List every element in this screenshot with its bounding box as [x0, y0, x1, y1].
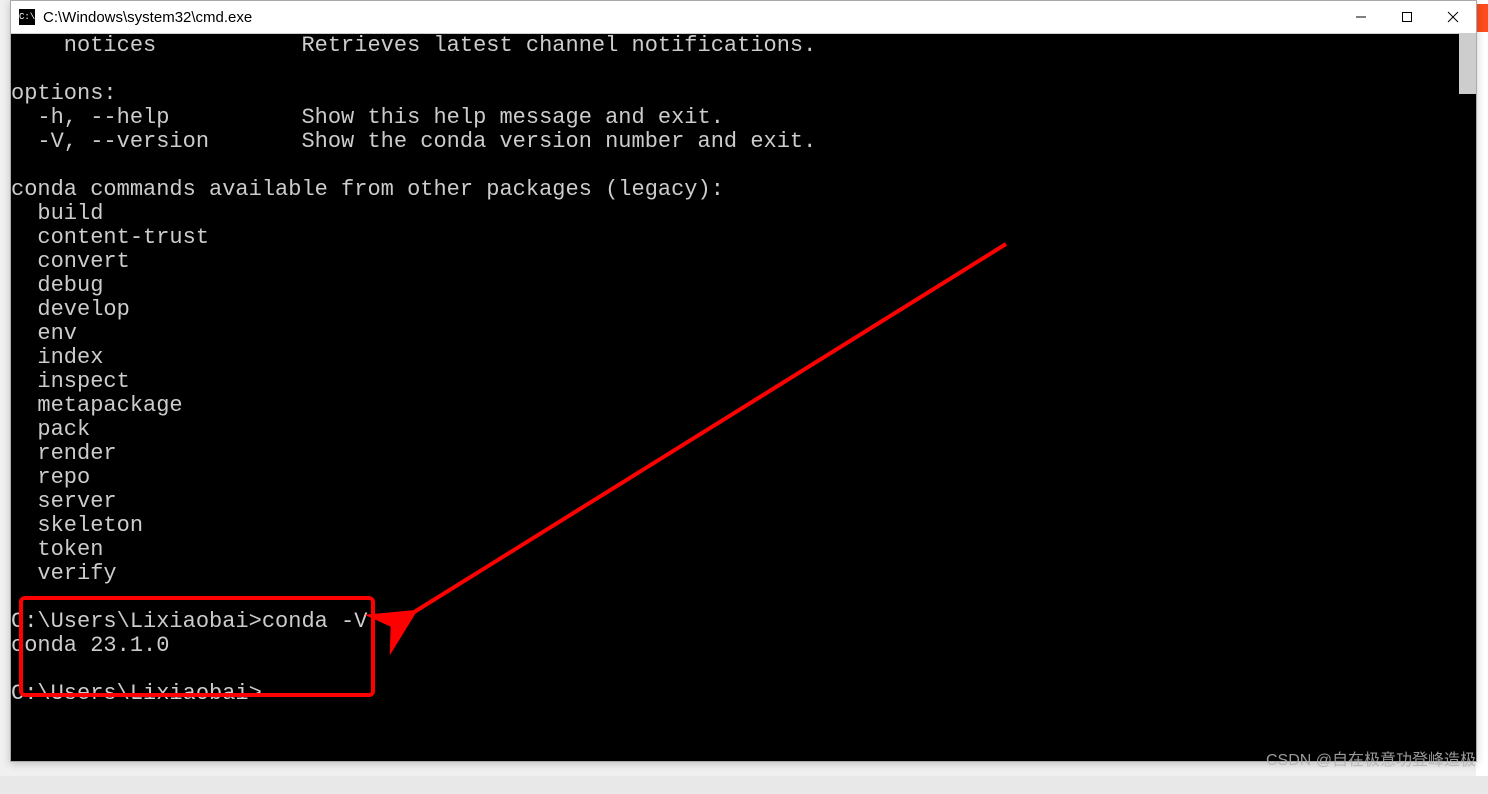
minimize-icon [1355, 11, 1367, 23]
maximize-icon [1401, 11, 1413, 23]
watermark-text: CSDN @自在极意功登峰造极 [1266, 746, 1476, 770]
terminal-output[interactable]: notices Retrieves latest channel notific… [11, 34, 1476, 761]
window-title: C:\Windows\system32\cmd.exe [43, 9, 1338, 26]
minimize-button[interactable] [1338, 1, 1384, 33]
cropped-right-edge [1476, 0, 1488, 776]
cropped-red-fragment [1476, 4, 1488, 32]
cmd-window: C:\ C:\Windows\system32\cmd.exe notices … [10, 0, 1477, 762]
maximize-button[interactable] [1384, 1, 1430, 33]
titlebar[interactable]: C:\ C:\Windows\system32\cmd.exe [11, 1, 1476, 34]
close-button[interactable] [1430, 1, 1476, 33]
cmd-icon: C:\ [19, 9, 35, 25]
close-icon [1447, 11, 1459, 23]
scrollbar-track[interactable] [1459, 34, 1476, 94]
